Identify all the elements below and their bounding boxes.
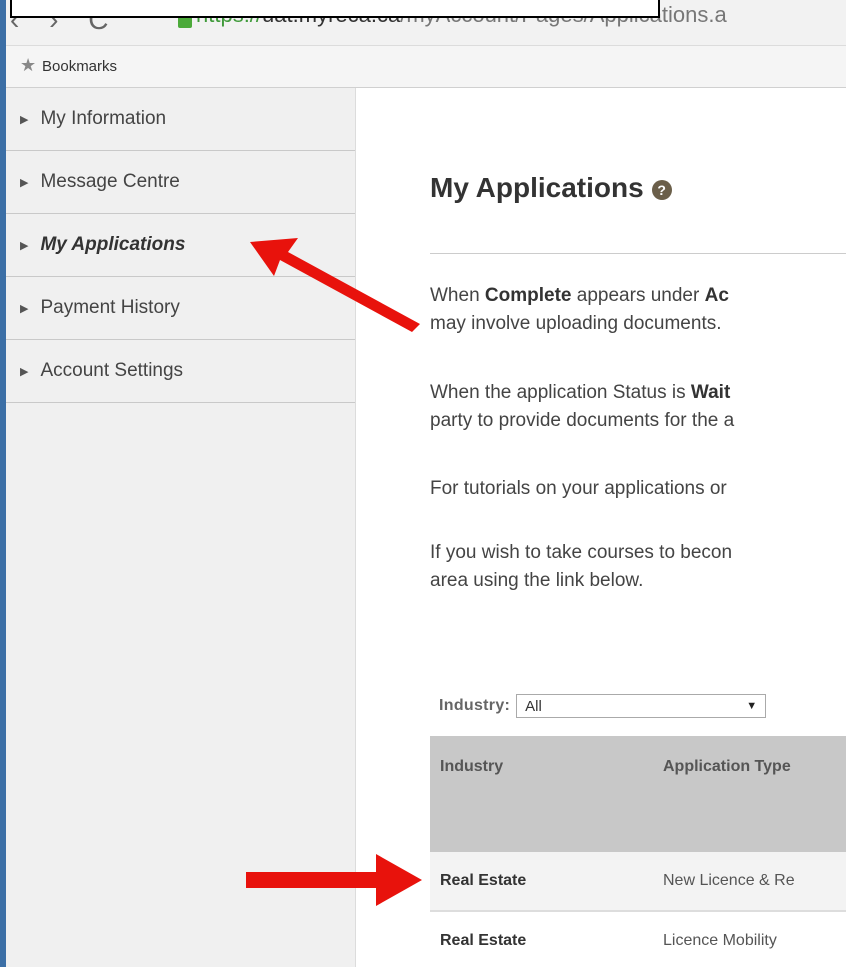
sidebar-item-label: My Information xyxy=(40,108,167,129)
redaction-box xyxy=(10,0,660,18)
caret-right-icon: ▶ xyxy=(20,176,29,189)
paragraph-line: For tutorials on your applications or xyxy=(430,478,727,499)
industry-select-value: All xyxy=(525,697,542,715)
sidebar-item-my-information[interactable]: ▶ My Information xyxy=(6,88,355,151)
sidebar-item-message-centre[interactable]: ▶ Message Centre xyxy=(6,151,355,214)
text: appears under xyxy=(571,285,705,306)
table-row[interactable]: Real Estate New Licence & Re xyxy=(430,852,846,912)
main-content: My Applications? When Complete appears u… xyxy=(356,88,846,967)
caret-right-icon: ▶ xyxy=(20,113,29,126)
star-icon: ★ xyxy=(20,55,37,75)
dropdown-caret-icon: ▼ xyxy=(746,700,758,712)
info-paragraph-complete: When Complete appears under Ac may invol… xyxy=(430,282,729,338)
paragraph-line: If you wish to take courses to becon xyxy=(430,542,733,563)
cell-application-type: Licence Mobility xyxy=(663,932,777,949)
paragraph-line: When Complete appears under Ac xyxy=(430,282,729,310)
sidebar-item-label: My Applications xyxy=(40,234,186,255)
page-title-text: My Applications xyxy=(430,172,644,203)
paragraph-line: When the application Status is Wait xyxy=(430,379,734,407)
cell-industry: Real Estate xyxy=(440,872,527,889)
annotation-arrow-sidebar xyxy=(250,238,420,332)
caret-right-icon: ▶ xyxy=(20,302,29,315)
info-paragraph-courses: If you wish to take courses to becon are… xyxy=(430,539,732,595)
cell-application-type: New Licence & Re xyxy=(663,872,795,889)
text: When xyxy=(430,285,485,306)
caret-right-icon: ▶ xyxy=(20,239,29,252)
bold-text: Ac xyxy=(704,285,729,306)
info-paragraph-tutorials: For tutorials on your applications or xyxy=(430,475,727,503)
annotation-arrow-table-row xyxy=(246,854,422,906)
info-paragraph-waiting: When the application Status is Wait part… xyxy=(430,379,734,435)
bold-text: Complete xyxy=(484,285,572,306)
bookmarks-bar: ★ Bookmarks xyxy=(0,46,846,88)
table-row[interactable]: Real Estate Licence Mobility xyxy=(430,912,846,967)
sidebar-item-label: Payment History xyxy=(40,297,180,318)
column-header-application-type[interactable]: Application Type xyxy=(663,736,846,852)
bookmarks-label[interactable]: Bookmarks xyxy=(42,58,117,75)
paragraph-line: area using the link below. xyxy=(430,570,644,591)
text: When the application Status is xyxy=(430,382,691,403)
cell-industry: Real Estate xyxy=(440,932,527,949)
paragraph-line: may involve uploading documents. xyxy=(430,313,722,334)
applications-table: Industry Application Type Real Estate Ne… xyxy=(430,736,846,967)
caret-right-icon: ▶ xyxy=(20,365,29,378)
paragraph-line: party to provide documents for the a xyxy=(430,410,735,431)
column-header-industry[interactable]: Industry xyxy=(430,736,663,852)
industry-filter-label: Industry: xyxy=(439,697,511,714)
window-border xyxy=(0,0,6,967)
table-header: Industry Application Type xyxy=(430,736,846,852)
industry-filter: Industry: All ▼ xyxy=(439,694,767,718)
sidebar-item-account-settings[interactable]: ▶ Account Settings xyxy=(6,340,355,403)
sidebar-item-label: Account Settings xyxy=(40,360,184,381)
industry-select[interactable]: All ▼ xyxy=(516,694,767,718)
bold-text: Wait xyxy=(690,382,731,403)
sidebar-item-label: Message Centre xyxy=(40,171,180,192)
divider xyxy=(430,253,846,254)
sidebar: ▶ My Information ▶ Message Centre ▶ My A… xyxy=(6,88,356,967)
page-title: My Applications? xyxy=(430,172,672,204)
help-icon[interactable]: ? xyxy=(651,179,672,200)
